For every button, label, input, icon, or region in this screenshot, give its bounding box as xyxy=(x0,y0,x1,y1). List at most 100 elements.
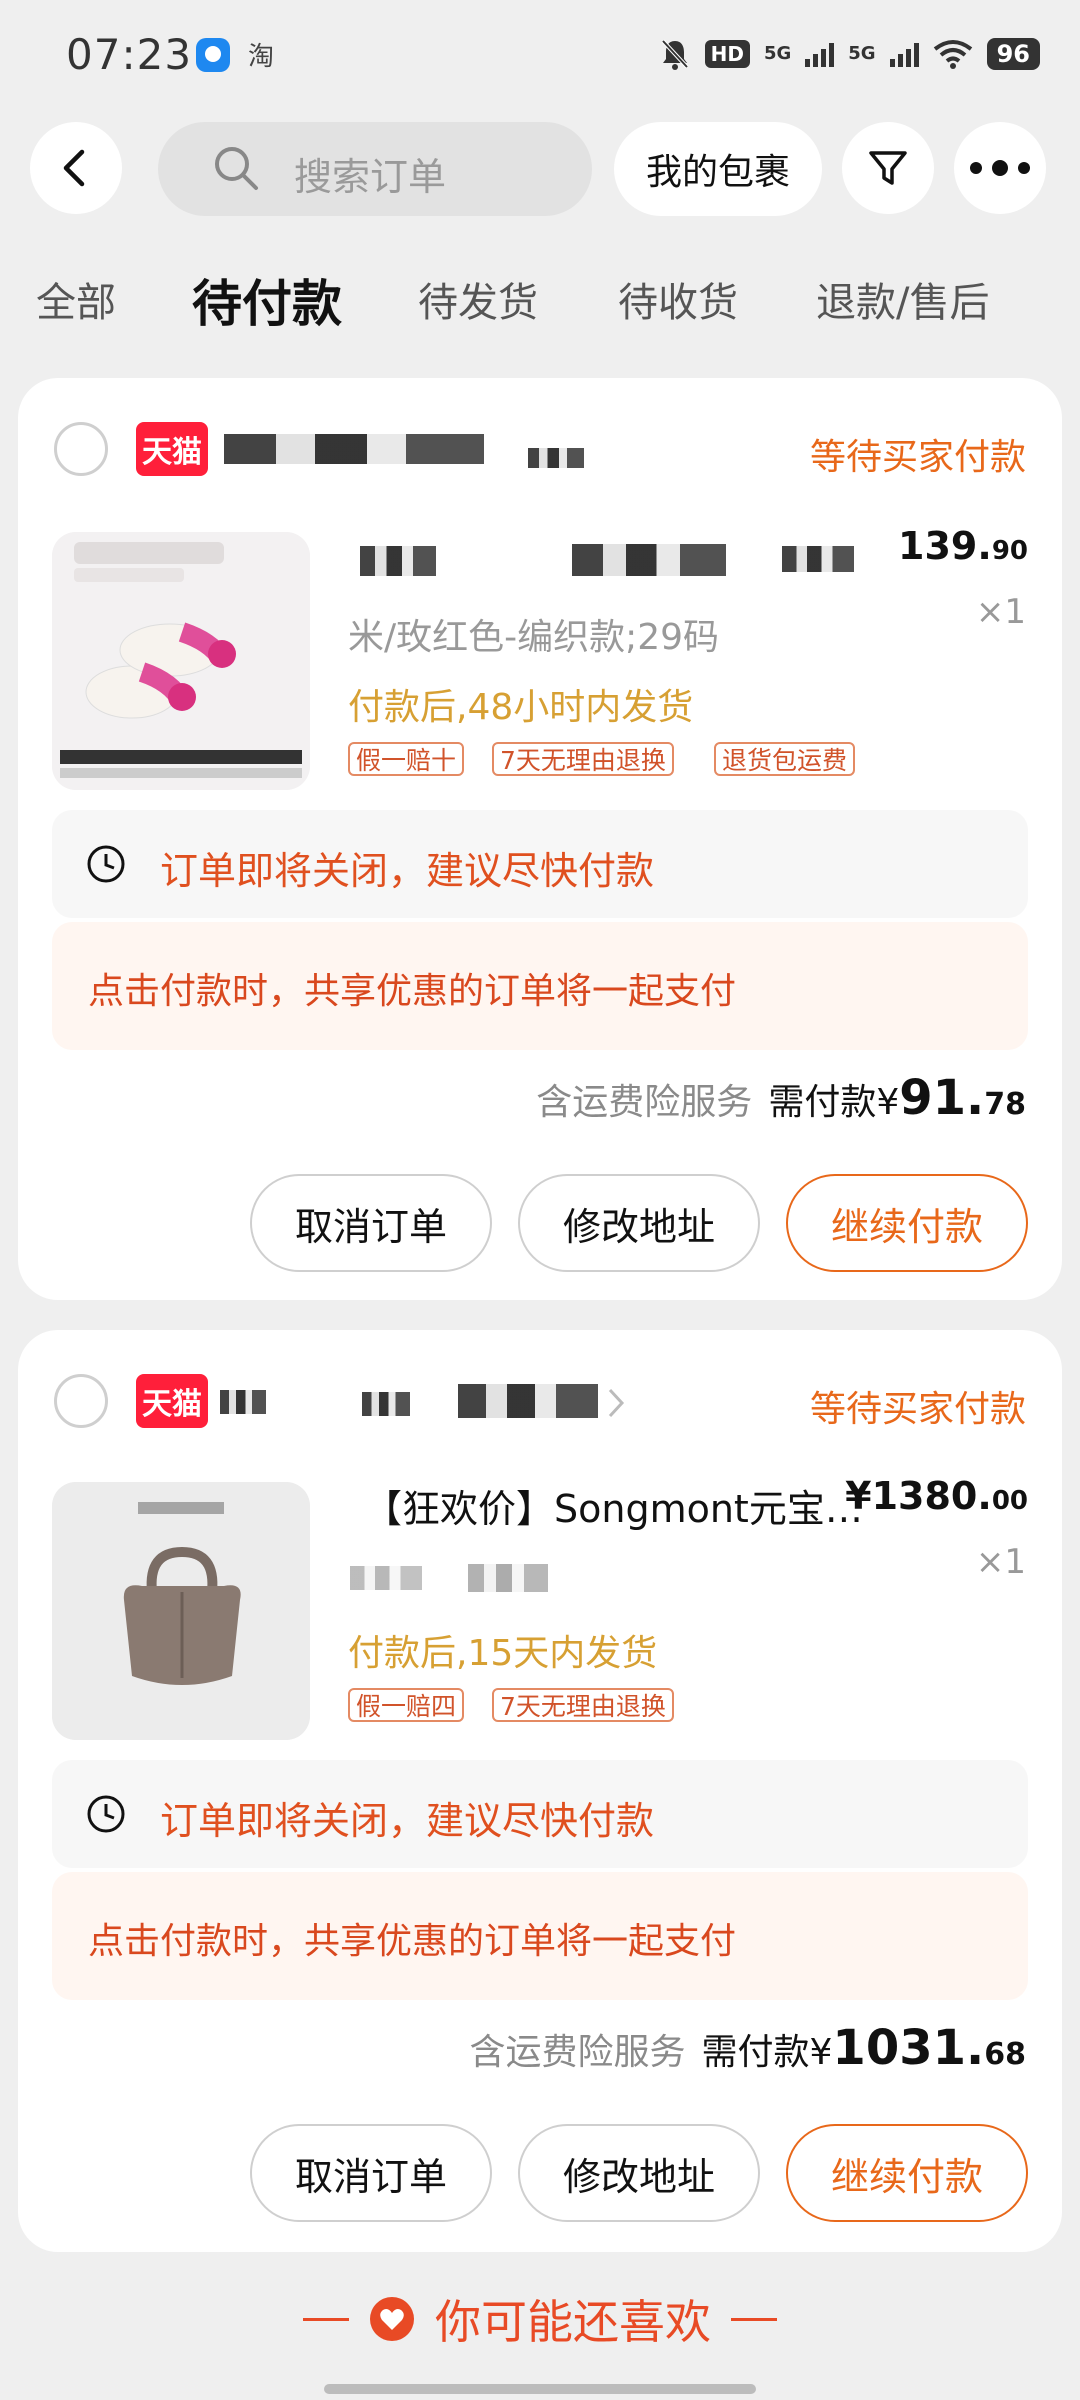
back-button[interactable] xyxy=(30,122,122,214)
closing-warning: 订单即将关闭，建议尽快付款 xyxy=(52,1760,1028,1868)
tmall-badge: 天猫 xyxy=(136,1374,208,1428)
product-price: 139.90 xyxy=(898,524,1028,568)
modify-address-button[interactable]: 修改地址 xyxy=(518,2124,760,2222)
product-image[interactable] xyxy=(52,1482,310,1740)
order-select-checkbox[interactable] xyxy=(54,422,108,476)
filter-button[interactable] xyxy=(842,122,934,214)
product-spec-redacted xyxy=(350,1566,422,1590)
guarantee-tag: 假一赔四 xyxy=(348,1688,465,1722)
product-quantity: ×1 xyxy=(975,592,1026,632)
product-spec-redacted xyxy=(468,1564,548,1592)
search-input[interactable]: 搜索订单 xyxy=(158,122,592,216)
home-indicator[interactable] xyxy=(324,2384,756,2394)
amount-due-integer: 1031. xyxy=(832,2020,985,2076)
price-integer: 139. xyxy=(898,524,992,568)
modify-address-button[interactable]: 修改地址 xyxy=(518,1174,760,1272)
clock-icon xyxy=(87,1795,125,1833)
filter-icon xyxy=(869,151,907,185)
shared-discount-note: 点击付款时，共享优惠的订单将一起支付 xyxy=(52,922,1028,1050)
order-status: 等待买家付款 xyxy=(809,1389,1026,1430)
tab-pending-payment[interactable]: 待付款 xyxy=(192,264,342,336)
store-name-redacted[interactable] xyxy=(220,1390,266,1414)
amount-due-row: 含运费险服务 需付款¥91.78 xyxy=(536,1070,1026,1126)
network-label-2: 5G xyxy=(848,43,876,64)
shared-discount-text: 点击付款时，共享优惠的订单将一起支付 xyxy=(88,971,737,1012)
store-name-redacted xyxy=(528,448,584,468)
status-bar: 07:23 淘 HD 5G 5G 96 xyxy=(0,0,1080,110)
shared-discount-text: 点击付款时，共享优惠的订单将一起支付 xyxy=(88,1921,737,1962)
recommendations-title: 你可能还喜欢 xyxy=(435,2295,711,2349)
shared-discount-note: 点击付款时，共享优惠的订单将一起支付 xyxy=(52,1872,1028,2000)
product-title-redacted xyxy=(572,544,726,576)
price-decimal: 90 xyxy=(991,536,1028,566)
decor-line-left xyxy=(303,2317,349,2321)
signal-icon-2 xyxy=(889,41,919,67)
my-packages-button[interactable]: 我的包裹 xyxy=(614,122,822,216)
order-status: 等待买家付款 xyxy=(809,437,1026,478)
continue-payment-button[interactable]: 继续付款 xyxy=(786,1174,1028,1272)
status-icons: HD 5G 5G 96 xyxy=(659,32,1040,76)
product-title-redacted xyxy=(782,546,854,572)
product-image[interactable] xyxy=(52,532,310,790)
sandal-product-image xyxy=(52,532,310,790)
more-dots-icon xyxy=(970,160,1030,176)
shipping-note: 付款后,48小时内发货 xyxy=(348,687,694,728)
store-name-redacted[interactable] xyxy=(224,434,484,464)
tab-all[interactable]: 全部 xyxy=(36,270,116,328)
closing-warning-text: 订单即将关闭，建议尽快付款 xyxy=(160,1799,655,1843)
product-title-redacted xyxy=(360,546,436,576)
battery-indicator: 96 xyxy=(986,38,1040,70)
tab-pending-receipt[interactable]: 待收货 xyxy=(618,270,738,328)
status-time: 07:23 xyxy=(66,30,193,79)
clock-icon xyxy=(87,845,125,883)
price-decimal: 00 xyxy=(991,1486,1028,1516)
amount-due-integer: 91. xyxy=(899,1070,985,1126)
chevron-right-icon[interactable] xyxy=(604,1386,628,1420)
continue-payment-button[interactable]: 继续付款 xyxy=(786,2124,1028,2222)
store-name-redacted xyxy=(362,1392,410,1416)
return-tag: 7天无理由退换 xyxy=(492,742,674,776)
closing-warning: 订单即将关闭，建议尽快付款 xyxy=(52,810,1028,918)
cancel-order-button[interactable]: 取消订单 xyxy=(250,2124,492,2222)
shipping-insurance-label: 含运费险服务 xyxy=(469,2032,686,2073)
amount-due-decimal: 68 xyxy=(984,2037,1026,2072)
chevron-left-icon xyxy=(63,149,85,187)
search-icon xyxy=(215,147,258,190)
amount-due-label: 需付款¥ xyxy=(701,2032,833,2073)
product-title[interactable]: 【狂欢价】Songmont元宝… xyxy=(364,1478,863,1533)
closing-warning-text: 订单即将关闭，建议尽快付款 xyxy=(160,849,655,893)
store-name-redacted xyxy=(458,1384,598,1418)
product-quantity: ×1 xyxy=(975,1542,1026,1582)
guarantee-tag: 假一赔十 xyxy=(348,742,465,776)
amount-due-decimal: 78 xyxy=(984,1087,1026,1122)
product-spec: 米/玫红色-编织款;29码 xyxy=(348,617,720,658)
more-button[interactable] xyxy=(954,122,1046,214)
tab-refund[interactable]: 退款/售后 xyxy=(816,270,989,328)
decor-line-right xyxy=(731,2317,777,2321)
mute-bell-icon xyxy=(661,39,689,70)
search-placeholder: 搜索订单 xyxy=(294,155,447,199)
return-shipping-tag: 退货包运费 xyxy=(714,742,856,776)
cancel-order-button[interactable]: 取消订单 xyxy=(250,1174,492,1272)
order-card: 天猫 等待买家付款 139.90 ×1 米/玫红色-编织款;29码 付款后,48… xyxy=(18,378,1062,1300)
hd-icon: HD xyxy=(704,40,750,68)
recommendations-header: 你可能还喜欢 xyxy=(0,2286,1080,2352)
return-tag: 7天无理由退换 xyxy=(492,1688,674,1722)
order-select-checkbox[interactable] xyxy=(54,1374,108,1428)
shipping-note: 付款后,15天内发货 xyxy=(348,1633,658,1674)
signal-icon-1 xyxy=(805,41,835,67)
product-price: ¥1380.00 xyxy=(845,1474,1028,1518)
tab-pending-shipment[interactable]: 待发货 xyxy=(418,270,538,328)
shipping-insurance-label: 含运费险服务 xyxy=(536,1082,753,1123)
taobao-notification-icon: 淘 xyxy=(248,42,275,72)
handbag-product-image xyxy=(52,1482,310,1740)
order-card: 天猫 等待买家付款 【狂欢价】Songmont元宝… ¥1380.00 ×1 付… xyxy=(18,1330,1062,2252)
network-label-1: 5G xyxy=(763,43,792,64)
price-integer: ¥1380. xyxy=(845,1474,992,1518)
amount-due-row: 含运费险服务 需付款¥1031.68 xyxy=(470,2020,1027,2076)
amount-due-label: 需付款¥ xyxy=(768,1082,900,1123)
heart-icon xyxy=(370,2297,414,2341)
app-notification-icon xyxy=(196,38,230,72)
wifi-icon xyxy=(933,40,972,69)
tmall-badge: 天猫 xyxy=(136,422,208,476)
